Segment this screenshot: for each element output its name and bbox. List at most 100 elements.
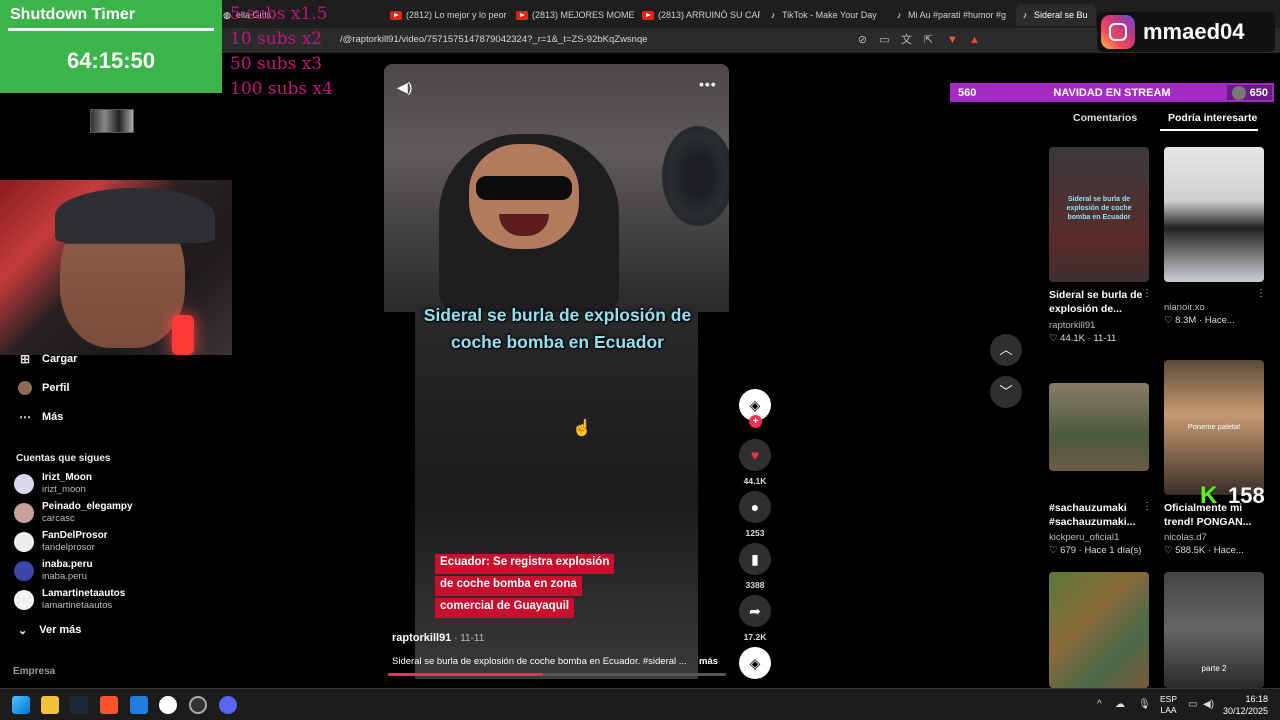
subs-line: 100 subs x4 — [230, 79, 333, 99]
next-video-button[interactable]: ﹀ — [990, 376, 1022, 408]
steam-icon[interactable] — [70, 696, 88, 714]
card-stats: ♡ 8.3M · Hace... — [1164, 315, 1235, 326]
more-icon: ⋯ — [19, 410, 31, 424]
card-more-icon[interactable]: ⋮ — [1142, 288, 1152, 299]
news-banner-line: Ecuador: Se registra explosión — [435, 554, 615, 574]
chevron-up-icon[interactable]: ^ — [1097, 699, 1102, 710]
share-button[interactable]: ➦ — [739, 595, 771, 627]
browser-tab[interactable]: (2813) MEJORES MOMENT — [516, 4, 634, 26]
calculator-icon[interactable] — [130, 696, 148, 714]
recommended-video-thumb[interactable]: Poneme paleta! — [1164, 360, 1264, 495]
url-field[interactable]: /@raptorkill91/video/7571575147879042324… — [340, 34, 648, 45]
followed-account[interactable]: inaba.peru inaba.peru — [14, 559, 93, 583]
browser-tab[interactable]: (2812) Lo mejor y lo peor — [390, 4, 508, 26]
volume-icon[interactable]: ◀) — [397, 79, 415, 95]
card-author[interactable]: nicolas.d7 — [1164, 532, 1264, 543]
followed-account[interactable]: FanDelProsor fandelprosor — [14, 530, 108, 554]
video-progress-bar[interactable] — [388, 673, 726, 676]
brave-browser-icon[interactable] — [100, 696, 118, 714]
cloud-icon[interactable]: ☁ — [1115, 699, 1125, 710]
translate-icon[interactable]: 文 — [900, 34, 913, 47]
more-link[interactable]: más — [699, 656, 718, 667]
card-stats: ♡ 679 · Hace 1 día(s) — [1049, 545, 1142, 556]
recommended-video-thumb[interactable]: Sideral se burla de explosión de coche b… — [1049, 147, 1149, 282]
no-tracking-icon[interactable]: ⊘ — [856, 34, 869, 47]
recommended-video-thumb[interactable] — [1049, 383, 1149, 471]
rewards-icon[interactable]: ▲ — [968, 34, 981, 47]
avatar — [14, 561, 34, 581]
sidebar-item-more[interactable]: ⋯ Más — [18, 410, 63, 424]
video-letterbox — [384, 312, 415, 679]
language-indicator[interactable]: ESP LAA — [1160, 694, 1177, 716]
obs-icon[interactable] — [159, 696, 177, 714]
company-link[interactable]: Empresa — [13, 666, 55, 677]
youtube-icon — [390, 10, 402, 20]
share-count: 17.2K — [743, 632, 767, 642]
streamer-cap — [55, 188, 215, 243]
music-disc[interactable]: ◈ — [739, 647, 771, 679]
more-options-icon[interactable]: ••• — [699, 76, 717, 92]
card-more-icon[interactable]: ⋮ — [1142, 501, 1152, 512]
brave-shield-icon[interactable]: ▼ — [946, 34, 959, 47]
sunglasses — [476, 176, 572, 200]
recommended-video-thumb[interactable] — [1164, 147, 1264, 282]
file-explorer-icon[interactable] — [41, 696, 59, 714]
discord-icon[interactable] — [219, 696, 237, 714]
like-count: 44.1K — [743, 476, 767, 486]
sidebar-item-upload[interactable]: ⊞ Cargar — [18, 352, 78, 366]
previous-video-button[interactable]: ︿ — [990, 334, 1022, 366]
see-more-button[interactable]: ⌄ Ver más — [18, 624, 81, 637]
video-author[interactable]: raptorkill91 · 11-11 — [392, 632, 484, 644]
card-stats: ♡ 44.1K · 11-11 — [1049, 333, 1117, 344]
followed-account[interactable]: Irizt_Moon irizt_moon — [14, 472, 92, 496]
browser-tab[interactable]: (2813) ARRUINÓ SU CARR — [642, 4, 760, 26]
card-author[interactable]: kickperu_oficial1 — [1049, 532, 1149, 543]
tiktok-icon: ♪ — [1022, 10, 1028, 20]
browser-tab-active[interactable]: ♪ Sideral se Bu — [1016, 4, 1096, 26]
followed-account[interactable]: Lamartinetaautos lamartinetaautos — [14, 588, 125, 612]
tiktok-icon: ♪ — [770, 10, 776, 20]
eagle-logo-icon: ◈ — [749, 654, 761, 671]
card-title[interactable]: #sachauzumaki #sachauzumaki... — [1049, 501, 1149, 529]
instagram-icon — [1101, 15, 1135, 49]
comment-button[interactable]: ● — [739, 491, 771, 523]
subs-line: 10 subs x2 — [230, 29, 323, 49]
followed-account[interactable]: Peinado_elegampy carcasc — [14, 501, 133, 525]
microphone-icon[interactable]: 🎙 — [1138, 699, 1151, 710]
screen: ◍ ella Girls (2812) Lo mejor y lo peor (2… — [0, 0, 1280, 720]
cast-icon[interactable]: ▭ — [878, 34, 891, 47]
browser-tab[interactable]: ♪ TikTok - Make Your Day — [768, 4, 886, 26]
goal-start: 560 — [958, 87, 977, 99]
goal-title: NAVIDAD EN STREAM — [1053, 87, 1171, 99]
app-icon[interactable] — [189, 696, 207, 714]
tab-comments[interactable]: Comentarios — [1073, 112, 1137, 124]
recommended-video-thumb[interactable] — [1049, 572, 1149, 688]
card-title[interactable]: Sideral se burla de explosión de... — [1049, 288, 1149, 316]
recommended-video-thumb[interactable]: parte 2 — [1164, 572, 1264, 688]
progress-fill — [388, 673, 544, 676]
browser-tab[interactable]: ♪ Mi Au #parati #humor #g — [894, 4, 1012, 26]
goal-end: 650 — [1249, 87, 1268, 99]
card-more-icon[interactable]: ⋮ — [1256, 288, 1266, 299]
tab-you-may-like[interactable]: Podría interesarte — [1168, 112, 1257, 124]
sidebar-item-profile[interactable]: Perfil — [18, 381, 70, 395]
avatar — [14, 532, 34, 552]
clock[interactable]: 16:18 30/12/2025 — [1223, 693, 1268, 717]
volume-icon[interactable]: ◀) — [1203, 699, 1214, 710]
network-icon[interactable]: ▭ — [1188, 699, 1197, 710]
hand-cursor-icon: ☝ — [572, 420, 592, 437]
instagram-handle: mmaed04 — [1143, 19, 1245, 44]
instagram-badge: mmaed04 — [1097, 12, 1275, 52]
like-button[interactable]: ♥ — [739, 439, 771, 471]
youtube-icon — [642, 10, 654, 20]
video-bottom-frame — [415, 312, 698, 679]
shutdown-timer: Shutdown Timer 64:15:50 — [0, 0, 222, 93]
card-author[interactable]: raptorkill91 — [1049, 320, 1149, 331]
overlay-thumbnail — [90, 109, 134, 133]
card-author[interactable]: nianoir.xo — [1164, 302, 1264, 313]
share-icon[interactable]: ⇱ — [922, 34, 935, 47]
follow-plus-icon[interactable]: + — [749, 415, 762, 428]
windows-start-icon[interactable] — [12, 696, 30, 714]
save-button[interactable]: ▮ — [739, 543, 771, 575]
news-banner-line: de coche bomba en zona — [435, 576, 582, 596]
